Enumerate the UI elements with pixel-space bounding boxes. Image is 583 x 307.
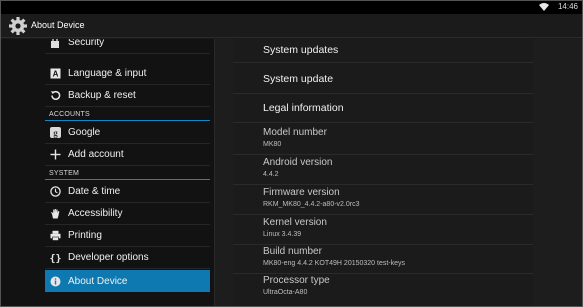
sidebar-item-label: Google [68,127,101,138]
wifi-icon [539,3,549,11]
info-value: 4.4.2 [263,171,279,178]
sidebar-item-google[interactable]: g Google [45,122,210,144]
info-row-android-version[interactable]: Android version 4.4.2 [233,155,533,185]
page-title: About Device [31,20,85,30]
printer-icon [49,230,61,242]
sidebar-item-security[interactable]: Security [45,39,210,54]
settings-sidebar: Security A Language & input Backup & res… [1,39,214,306]
sidebar-item-label: Language & input [68,68,147,79]
settings-screen: 14:46 About Device Security A Language &… [0,0,583,307]
section-header-system: SYSTEM [45,168,210,180]
status-time: 14:46 [557,2,578,11]
lock-icon [49,39,61,49]
list-item-system-update[interactable]: System update [233,67,533,94]
info-value: MK80 [263,141,282,148]
action-bar: About Device [1,14,582,38]
sidebar-item-label: Add account [68,149,124,160]
svg-text:g: g [53,128,58,138]
list-item-title: System updates [263,44,339,56]
sidebar-item-language-input[interactable]: A Language & input [45,63,210,85]
sidebar-item-date-time[interactable]: Date & time [45,181,210,203]
braces-icon: {} [49,252,61,264]
info-label: Build number [263,246,322,257]
settings-gear-icon[interactable] [8,16,28,36]
keyboard-a-icon: A [49,68,61,80]
clock-icon [49,186,61,198]
info-value: UltraOcta-A80 [263,289,308,296]
sidebar-item-label: Security [68,39,105,48]
google-g-icon: g [49,127,61,139]
info-row-build-number[interactable]: Build number MK80-eng 4.4.2 KOT49H 20150… [233,244,533,274]
svg-text:A: A [52,70,58,79]
info-label: Processor type [263,275,330,286]
info-row-processor-type: Processor type UltraOcta-A80 [233,273,533,303]
sidebar-item-printing[interactable]: Printing [45,225,210,247]
info-label: Model number [263,127,327,138]
backup-restore-icon [49,90,61,102]
sidebar-item-backup-reset[interactable]: Backup & reset [45,85,210,107]
info-value: Linux 3.4.39 [263,231,302,238]
info-value: MK80-eng 4.4.2 KOT49H 20150320 test-keys [263,260,406,267]
list-item-legal-information[interactable]: Legal information [233,96,533,123]
sidebar-item-label: Developer options [68,252,149,263]
sidebar-item-accessibility[interactable]: Accessibility [45,203,210,225]
info-row-model-number: Model number MK80 [233,125,533,155]
plus-icon [49,149,61,161]
info-icon [49,275,61,287]
info-label: Firmware version [263,187,340,198]
hand-icon [49,208,61,220]
sidebar-item-developer-options[interactable]: {} Developer options [45,247,210,269]
sidebar-item-label: Backup & reset [68,90,136,101]
section-header-accounts: ACCOUNTS [45,109,210,121]
sidebar-item-label: About Device [68,275,128,287]
list-item-title: System update [263,73,334,85]
info-row-kernel-version: Kernel version Linux 3.4.39 [233,215,533,245]
sidebar-item-label: Printing [68,230,102,241]
status-bar: 14:46 [1,1,582,14]
about-device-details: System updates System update Legal infor… [215,39,582,306]
list-item-title: Legal information [263,102,344,114]
info-row-firmware-version: Firmware version RKM_MK80_4.4.2-a80-v2.0… [233,185,533,215]
info-label: Android version [263,157,333,168]
info-value: RKM_MK80_4.4.2-a80-v2.0rc3 [263,201,360,208]
sidebar-item-label: Date & time [68,186,121,197]
svg-text:{}: {} [50,253,61,263]
list-item-system-updates[interactable]: System updates [233,39,533,63]
sidebar-item-add-account[interactable]: Add account [45,144,210,166]
sidebar-item-about-device[interactable]: About Device [45,270,210,292]
sidebar-item-label: Accessibility [68,208,123,219]
info-label: Kernel version [263,217,327,228]
